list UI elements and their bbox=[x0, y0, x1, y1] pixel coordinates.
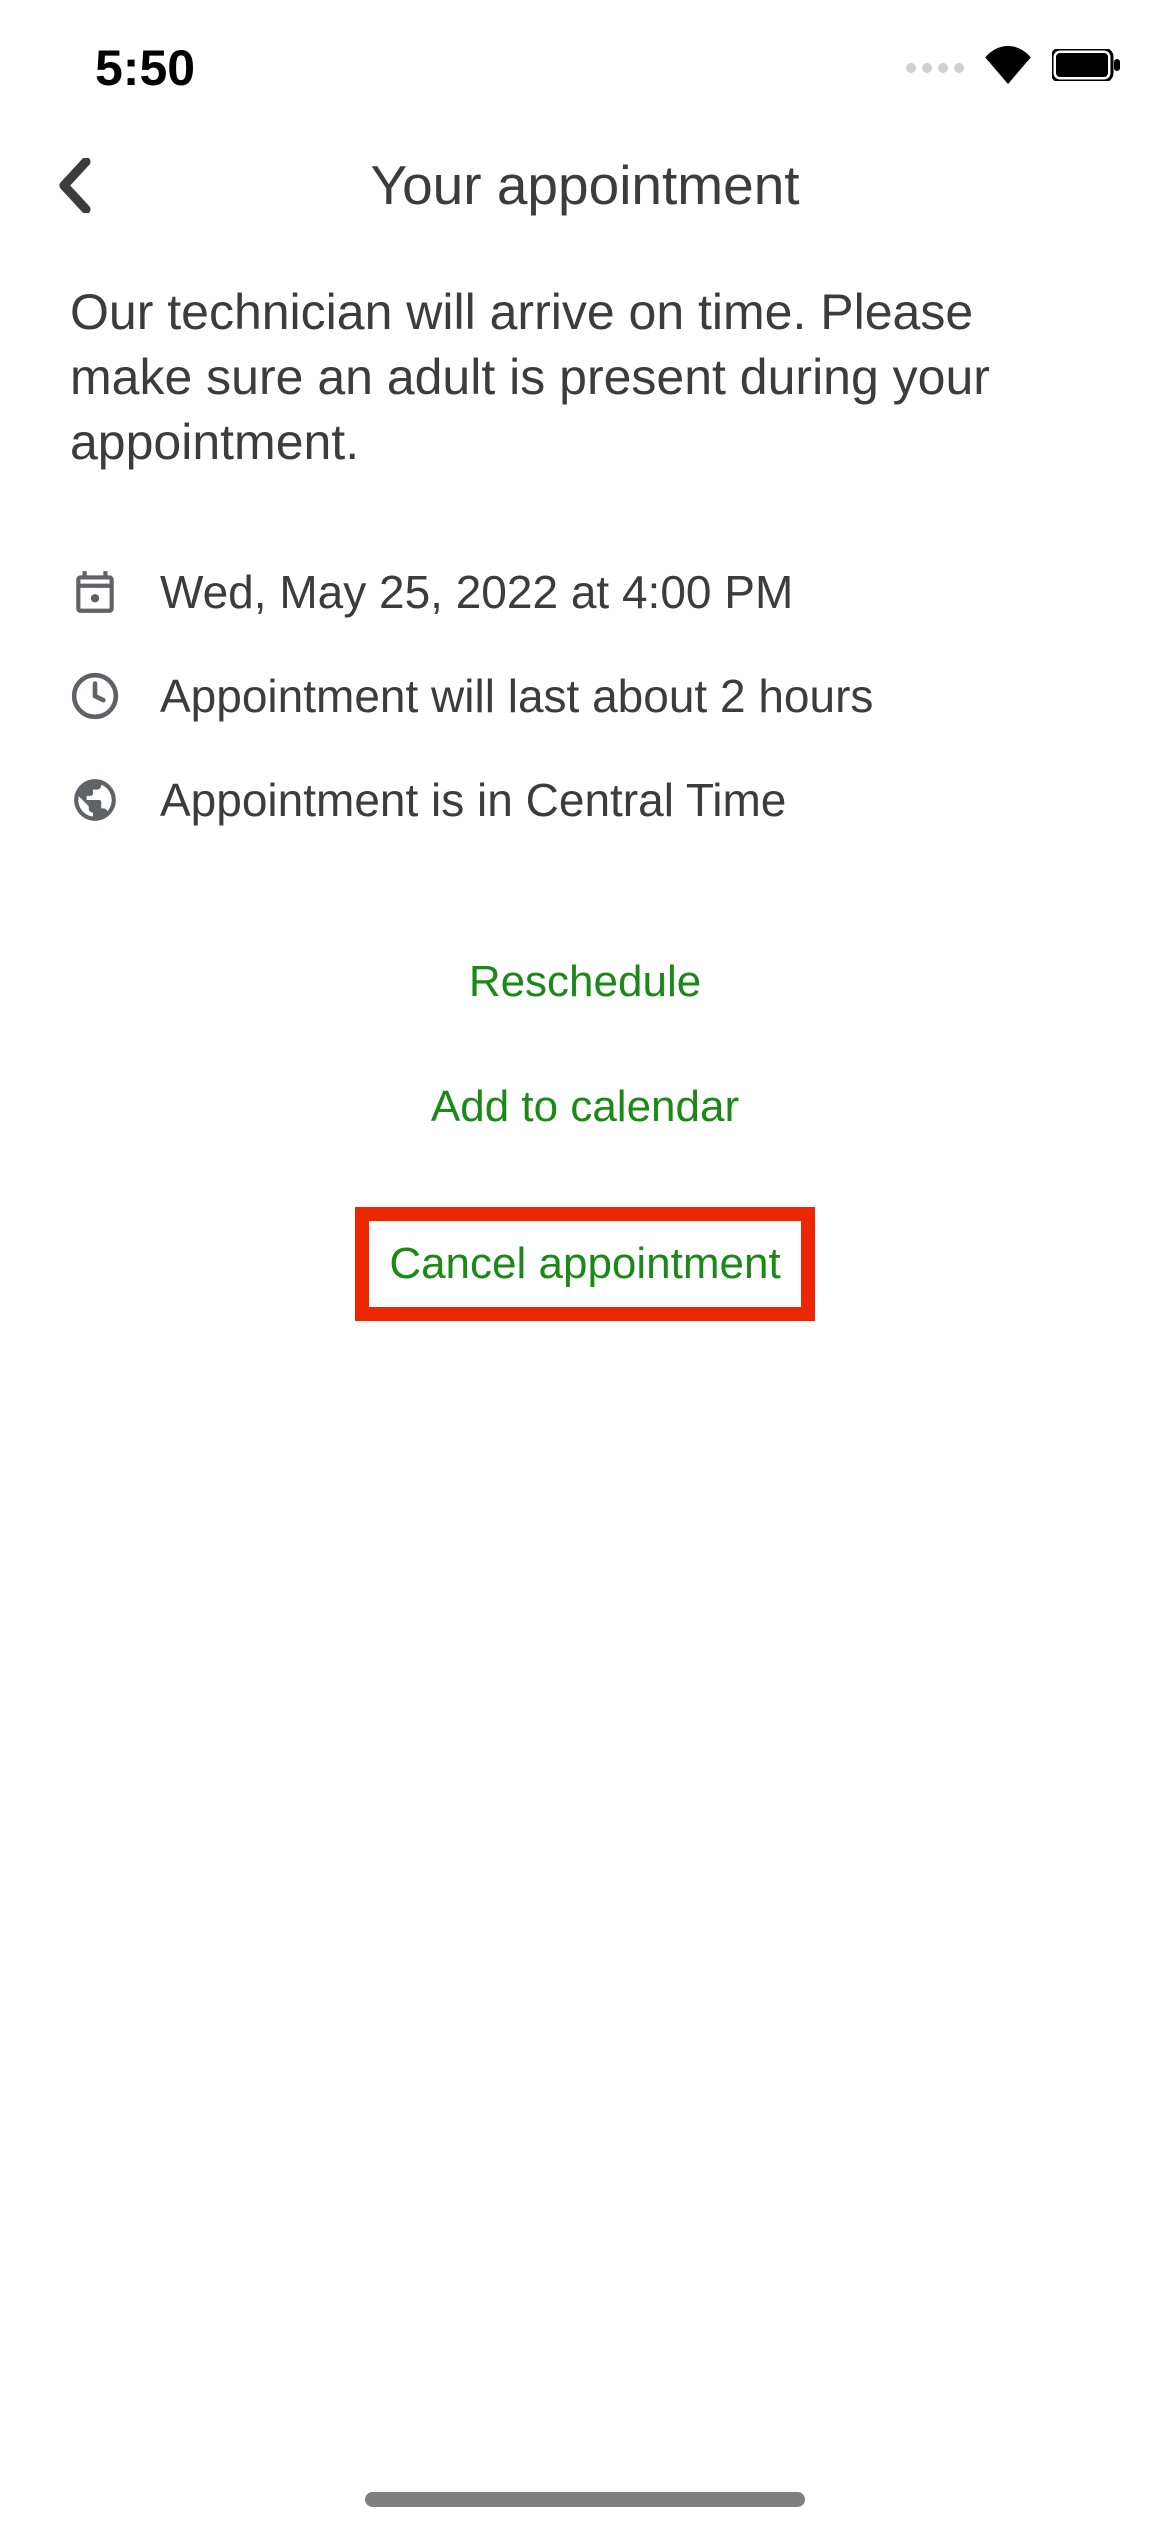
datetime-row: Wed, May 25, 2022 at 4:00 PM bbox=[70, 565, 1100, 619]
timezone-row: Appointment is in Central Time bbox=[70, 773, 1100, 827]
actions-container: Reschedule Add to calendar Cancel appoin… bbox=[70, 957, 1100, 1321]
content-area: Our technician will arrive on time. Plea… bbox=[0, 260, 1170, 1341]
back-button[interactable] bbox=[50, 160, 100, 210]
datetime-text: Wed, May 25, 2022 at 4:00 PM bbox=[160, 565, 793, 619]
duration-text: Appointment will last about 2 hours bbox=[160, 669, 873, 723]
timezone-text: Appointment is in Central Time bbox=[160, 773, 786, 827]
chevron-left-icon bbox=[56, 158, 94, 213]
page-title: Your appointment bbox=[370, 153, 799, 217]
home-indicator[interactable] bbox=[365, 2492, 805, 2507]
globe-icon bbox=[70, 775, 120, 825]
clock-icon bbox=[70, 671, 120, 721]
add-to-calendar-button[interactable]: Add to calendar bbox=[431, 1082, 739, 1132]
battery-icon bbox=[1052, 49, 1120, 86]
duration-row: Appointment will last about 2 hours bbox=[70, 669, 1100, 723]
status-bar: 5:50 bbox=[0, 0, 1170, 120]
reschedule-button[interactable]: Reschedule bbox=[469, 957, 701, 1007]
status-icons bbox=[906, 46, 1120, 89]
cancel-appointment-button[interactable]: Cancel appointment bbox=[355, 1207, 814, 1321]
signal-icon bbox=[906, 63, 964, 73]
appointment-description: Our technician will arrive on time. Plea… bbox=[70, 280, 1100, 475]
wifi-icon bbox=[984, 46, 1032, 89]
status-time: 5:50 bbox=[95, 39, 195, 97]
calendar-icon bbox=[70, 567, 120, 617]
page-header: Your appointment bbox=[0, 120, 1170, 260]
